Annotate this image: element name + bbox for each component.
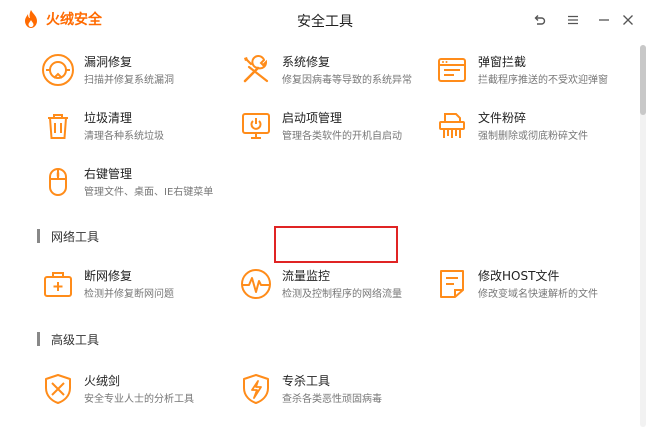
tool-description: 扫描并修复系统漏洞 <box>84 75 174 86</box>
section-network-tools: 网络工具 <box>37 228 99 244</box>
tool-name: 专杀工具 <box>282 374 331 388</box>
startup-icon <box>242 113 270 139</box>
tool-edit-host-file[interactable]: 修改HOST文件 修改变域名快速解析的文件 <box>434 266 629 306</box>
tool-description: 清理各种系统垃圾 <box>84 131 164 142</box>
tool-description: 管理各类软件的开机自启动 <box>282 131 402 142</box>
section-advanced-tools: 高级工具 <box>37 331 99 347</box>
tool-description: 安全专业人士的分析工具 <box>84 394 194 405</box>
host-file-icon <box>440 270 464 298</box>
vertical-scrollbar[interactable] <box>640 45 646 427</box>
minimize-button[interactable] <box>593 9 615 31</box>
traffic-monitor-icon <box>241 269 271 299</box>
tool-description: 检测及控制程序的网络流量 <box>282 289 402 300</box>
tool-junk-clean[interactable]: 垃圾清理 清理各种系统垃圾 <box>40 108 235 148</box>
tool-description: 管理文件、桌面、IE右键菜单 <box>84 187 214 198</box>
special-kill-icon <box>243 374 269 404</box>
tool-name: 右键管理 <box>84 167 133 181</box>
tool-name: 断网修复 <box>84 269 133 283</box>
shredder-icon <box>439 113 465 138</box>
tool-name: 启动项管理 <box>282 111 343 125</box>
tool-name: 系统修复 <box>282 55 331 69</box>
section-title: 网络工具 <box>51 229 100 244</box>
tool-vulnerability-fix[interactable]: 漏洞修复 扫描并修复系统漏洞 <box>40 52 235 92</box>
security-tools-window: 火绒安全 安全工具 漏洞修复 扫描并修复系统漏洞 系统修复 修复因病毒等导致的系… <box>0 0 650 430</box>
tool-name: 垃圾清理 <box>84 111 133 125</box>
tool-description: 强制删除或彻底粉碎文件 <box>478 131 588 142</box>
tool-popup-block[interactable]: 弹窗拦截 拦截程序推送的不受欢迎弹窗 <box>434 52 629 92</box>
tool-description: 修复因病毒等导致的系统异常 <box>282 75 412 86</box>
network-repair-icon <box>44 272 72 297</box>
tool-startup-manager[interactable]: 启动项管理 管理各类软件的开机自启动 <box>238 108 433 148</box>
tool-name: 弹窗拦截 <box>478 55 527 69</box>
trash-icon <box>48 114 68 139</box>
tool-system-repair[interactable]: 系统修复 修复因病毒等导致的系统异常 <box>238 52 433 92</box>
vulnerability-fix-icon <box>42 54 74 86</box>
tool-special-kill[interactable]: 专杀工具 查杀各类恶性顽固病毒 <box>238 371 433 411</box>
tool-name: 文件粉碎 <box>478 111 527 125</box>
close-icon <box>623 15 633 25</box>
minimize-icon <box>599 19 609 21</box>
tool-name: 流量监控 <box>282 269 331 283</box>
tool-description: 查杀各类恶性顽固病毒 <box>282 394 382 405</box>
system-repair-icon <box>243 55 269 83</box>
mouse-icon <box>49 168 67 196</box>
tool-network-repair[interactable]: 断网修复 检测并修复断网问题 <box>40 266 235 306</box>
highlight-box-traffic-monitor <box>274 226 398 263</box>
back-button[interactable] <box>528 9 550 31</box>
tool-description: 修改变域名快速解析的文件 <box>478 289 598 300</box>
tool-name: 修改HOST文件 <box>478 269 560 283</box>
tool-name: 火绒剑 <box>84 374 121 388</box>
sword-shield-icon <box>45 374 71 404</box>
section-title: 高级工具 <box>51 332 100 347</box>
tool-description: 检测并修复断网问题 <box>84 289 174 300</box>
menu-icon <box>568 15 578 25</box>
back-icon <box>534 15 546 25</box>
tool-name: 漏洞修复 <box>84 55 133 69</box>
tool-description: 拦截程序推送的不受欢迎弹窗 <box>478 75 608 86</box>
menu-button[interactable] <box>562 9 584 31</box>
scrollbar-thumb[interactable] <box>640 45 646 115</box>
close-button[interactable] <box>617 9 639 31</box>
tool-traffic-monitor[interactable]: 流量监控 检测及控制程序的网络流量 <box>238 266 433 306</box>
popup-block-icon <box>438 58 466 82</box>
window-title: 安全工具 <box>297 14 353 30</box>
tool-huorong-sword[interactable]: 火绒剑 安全专业人士的分析工具 <box>40 371 235 411</box>
title-bar: 火绒安全 安全工具 <box>0 0 650 38</box>
tool-context-menu-manager[interactable]: 右键管理 管理文件、桌面、IE右键菜单 <box>40 164 235 204</box>
tool-file-shredder[interactable]: 文件粉碎 强制删除或彻底粉碎文件 <box>434 108 629 148</box>
